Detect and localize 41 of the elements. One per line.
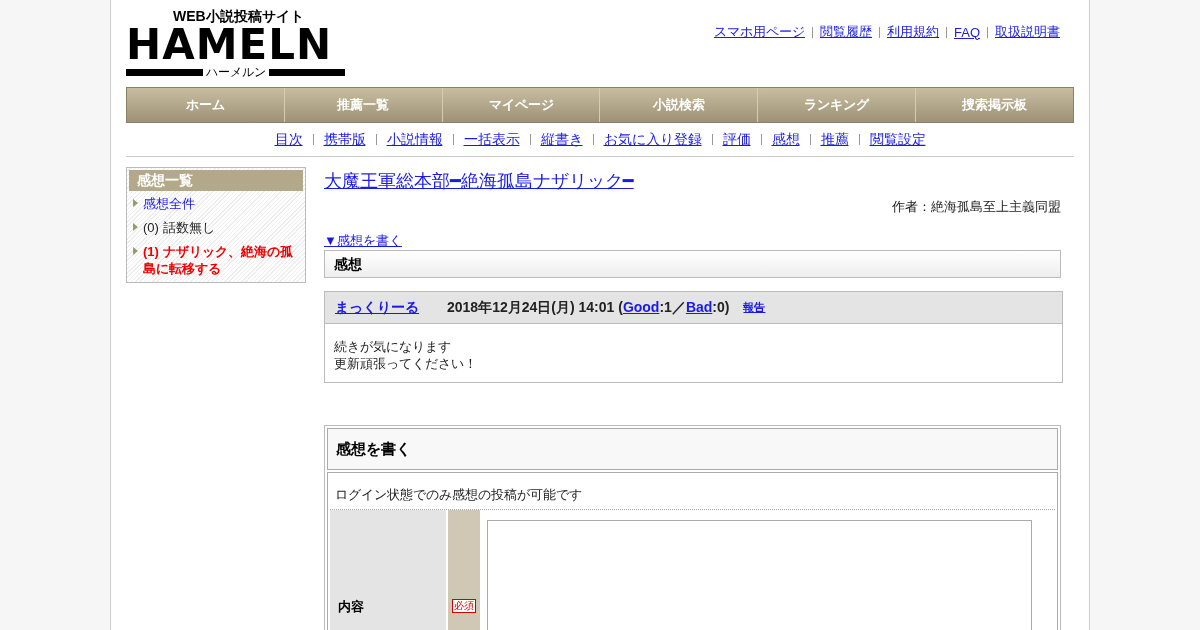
author-text: 作者：絶海孤島至上主義同盟 (891, 198, 1062, 216)
comment-meta: :1／ (659, 298, 686, 315)
top-link[interactable]: スマホ用ページ (714, 23, 805, 41)
sub-nav-link[interactable]: 携帯版 (323, 130, 366, 149)
bullet-icon (133, 247, 138, 255)
logo-tagline: WEB小説投稿サイト (173, 8, 304, 25)
sub-nav-link[interactable]: 閲覧設定 (869, 130, 926, 149)
form-title: 感想を書く (327, 428, 1058, 470)
bullet-icon (133, 223, 138, 231)
field-label: 内容 (330, 510, 446, 630)
vote-link[interactable]: Bad (685, 298, 713, 315)
novel-title[interactable]: 大魔王軍総本部━絶海孤島ナザリック━ (324, 169, 1074, 193)
comment-meta: 2018年12月24日(月) 14:01 ( (447, 298, 623, 315)
top-link[interactable]: 閲覧履歴 (820, 23, 872, 41)
sub-nav-link[interactable]: 感想 (771, 130, 800, 149)
sidebar-title: 感想一覧 (129, 170, 303, 191)
comment-text: 更新頑張ってください！ (334, 355, 478, 372)
commenter-link[interactable]: まっくりーる (335, 298, 419, 317)
comment-text: 続きが気になります (334, 338, 452, 355)
vote-link[interactable]: Good (622, 298, 660, 315)
required-badge: 必須 (452, 599, 476, 613)
sub-nav-link[interactable]: 小説情報 (386, 130, 443, 149)
top-link[interactable]: 取扱説明書 (995, 23, 1060, 41)
logo-reading: ハーメルン (205, 63, 266, 81)
sub-nav-link[interactable]: お気に入り登録 (603, 130, 702, 149)
sub-nav-link[interactable]: 目次 (274, 130, 303, 149)
logo-wordmark: HAMELN (126, 25, 333, 65)
sidebar-item: (0) 話数無し (143, 219, 215, 236)
current-episode: (1) ナザリック、絶海の孤島に転移する (143, 243, 294, 277)
sub-nav-link[interactable]: 縦書き (540, 130, 583, 149)
sub-nav-link[interactable]: 一括表示 (463, 130, 520, 149)
comment-meta: :0) (712, 298, 730, 315)
write-review-link[interactable]: ▼感想を書く (324, 232, 402, 250)
section-header: 感想 (324, 250, 1061, 278)
top-link[interactable]: 利用規約 (887, 23, 939, 41)
sidebar-link[interactable]: 感想全件 (143, 195, 195, 212)
sub-nav-link[interactable]: 評価 (722, 130, 751, 149)
top-link[interactable]: FAQ (954, 24, 980, 40)
report-link[interactable]: 報告 (743, 300, 766, 315)
bullet-icon (133, 199, 138, 207)
sub-nav-link[interactable]: 推薦 (820, 130, 849, 149)
